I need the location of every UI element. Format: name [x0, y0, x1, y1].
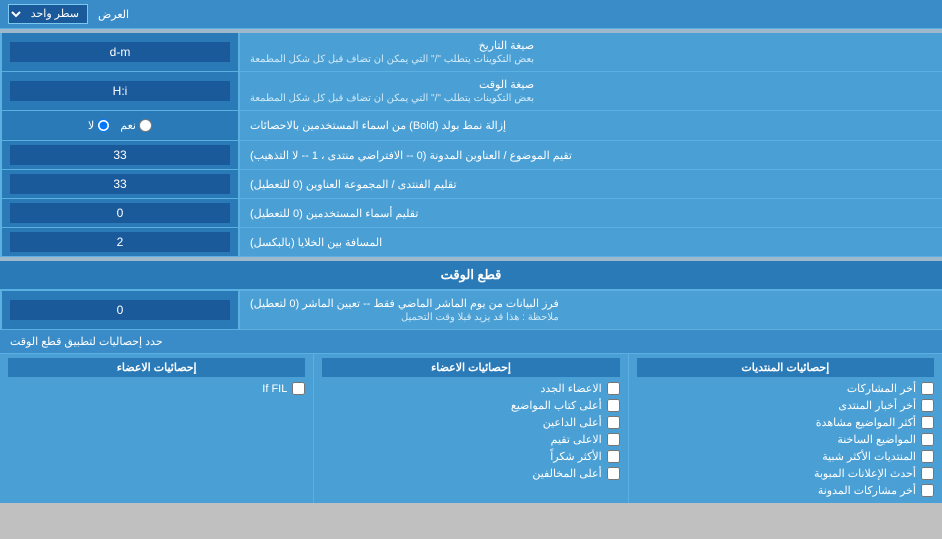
user-ordering-row: تقليم أسماء المستخدمين (0 للتعطيل) — [0, 199, 942, 228]
display-mode-wrapper[interactable]: سطر واحد سطرين ثلاثة أسطر — [8, 4, 88, 24]
forum-ordering-input-wrapper — [0, 170, 240, 198]
stats-posts-cb-4[interactable] — [921, 433, 934, 446]
stats-members-cb-1[interactable] — [607, 382, 620, 395]
stats-posts-item-3: أكثر المواضيع مشاهدة — [637, 414, 934, 431]
stats-posts-item-1: أخر المشاركات — [637, 380, 934, 397]
stats-extra-cb-1[interactable] — [292, 382, 305, 395]
stats-extra-label-1: If FIL — [262, 383, 287, 395]
bold-yes-label[interactable]: نعم — [120, 119, 152, 132]
stats-posts-item-4: المواضيع الساخنة — [637, 431, 934, 448]
stats-members-col: إحصائيات الاعضاء الاعضاء الجدد أعلى كتاب… — [313, 354, 627, 503]
time-format-row: صيغة الوقت بعض التكوينات يتطلب "/" التي … — [0, 72, 942, 111]
forum-ordering-label: تقليم الفنتدى / المجموعة العناوين (0 للت… — [240, 170, 942, 198]
stats-posts-cb-3[interactable] — [921, 416, 934, 429]
bold-no-label[interactable]: لا — [88, 119, 110, 132]
stats-apply-label: حدد إحصاليات لتطبيق قطع الوقت — [10, 335, 163, 348]
bold-remove-options: نعم لا — [0, 111, 240, 140]
stats-posts-cb-6[interactable] — [921, 467, 934, 480]
time-format-label: صيغة الوقت بعض التكوينات يتطلب "/" التي … — [240, 72, 942, 110]
cutoff-section-header: قطع الوقت — [0, 261, 942, 291]
stats-extra-col: إحصائيات الاعضاء If FIL — [0, 354, 313, 503]
bold-radio-group: نعم لا — [84, 115, 156, 136]
stats-posts-cb-5[interactable] — [921, 450, 934, 463]
topic-ordering-label: تقيم الموضوع / العناوين المدونة (0 -- ال… — [240, 141, 942, 169]
stats-posts-item-2: أخر أخبار المنتدى — [637, 397, 934, 414]
stats-posts-title: إحصائيات المنتديات — [637, 358, 934, 377]
stats-extra-title: إحصائيات الاعضاء — [8, 358, 305, 377]
cutoff-days-label: فرز البيانات من يوم الماشر الماضي فقط --… — [240, 291, 942, 329]
bold-yes-radio[interactable] — [139, 119, 152, 132]
display-mode-select[interactable]: سطر واحد سطرين ثلاثة أسطر — [8, 4, 88, 24]
stats-posts-item-6: أحدث الإعلانات المبوبة — [637, 465, 934, 482]
cell-spacing-row: المسافة بين الخلايا (بالبكسل) — [0, 228, 942, 257]
bold-remove-label: إزالة نمط بولد (Bold) من اسماء المستخدمي… — [240, 111, 942, 140]
time-format-input-wrapper — [0, 72, 240, 110]
cell-spacing-input-wrapper — [0, 228, 240, 256]
date-format-input[interactable] — [10, 42, 230, 62]
stats-posts-col: إحصائيات المنتديات أخر المشاركات أخر أخب… — [628, 354, 942, 503]
date-format-row: صيغة التاريخ بعض التكوينات يتطلب "/" الت… — [0, 33, 942, 72]
stats-members-item-1: الاعضاء الجدد — [322, 380, 619, 397]
topic-ordering-input[interactable] — [10, 145, 230, 165]
forum-ordering-row: تقليم الفنتدى / المجموعة العناوين (0 للت… — [0, 170, 942, 199]
stats-posts-cb-2[interactable] — [921, 399, 934, 412]
stats-members-item-3: أعلى الداعين — [322, 414, 619, 431]
stats-members-item-5: الأكثر شكراً — [322, 448, 619, 465]
topic-ordering-row: تقيم الموضوع / العناوين المدونة (0 -- ال… — [0, 141, 942, 170]
stats-members-cb-5[interactable] — [607, 450, 620, 463]
stats-apply-row: حدد إحصاليات لتطبيق قطع الوقت — [0, 330, 942, 354]
display-row: العرض سطر واحد سطرين ثلاثة أسطر — [0, 0, 942, 29]
stats-posts-item-7: أخر مشاركات المدونة — [637, 482, 934, 499]
topic-ordering-input-wrapper — [0, 141, 240, 169]
stats-posts-cb-1[interactable] — [921, 382, 934, 395]
display-label: العرض — [98, 8, 129, 21]
stats-members-title: إحصائيات الاعضاء — [322, 358, 619, 377]
stats-posts-item-5: المنتديات الأكثر شبية — [637, 448, 934, 465]
stats-members-cb-2[interactable] — [607, 399, 620, 412]
stats-members-item-6: أعلى المخالفين — [322, 465, 619, 482]
stats-posts-cb-7[interactable] — [921, 484, 934, 497]
bold-remove-row: إزالة نمط بولد (Bold) من اسماء المستخدمي… — [0, 111, 942, 141]
forum-ordering-input[interactable] — [10, 174, 230, 194]
stats-members-cb-4[interactable] — [607, 433, 620, 446]
cutoff-days-input-wrapper — [0, 291, 240, 329]
stats-extra-item-1: If FIL — [8, 380, 305, 397]
stats-columns: إحصائيات المنتديات أخر المشاركات أخر أخب… — [0, 354, 942, 503]
time-format-input[interactable] — [10, 81, 230, 101]
stats-members-cb-3[interactable] — [607, 416, 620, 429]
stats-members-item-2: أعلى كتاب المواضيع — [322, 397, 619, 414]
user-ordering-input-wrapper — [0, 199, 240, 227]
cutoff-days-row: فرز البيانات من يوم الماشر الماضي فقط --… — [0, 291, 942, 330]
date-format-label: صيغة التاريخ بعض التكوينات يتطلب "/" الت… — [240, 33, 942, 71]
cell-spacing-input[interactable] — [10, 232, 230, 252]
cutoff-days-input[interactable] — [10, 300, 230, 320]
stats-members-item-4: الاعلى تقيم — [322, 431, 619, 448]
date-format-input-wrapper — [0, 33, 240, 71]
stats-members-cb-6[interactable] — [607, 467, 620, 480]
bold-no-radio[interactable] — [97, 119, 110, 132]
cell-spacing-label: المسافة بين الخلايا (بالبكسل) — [240, 228, 942, 256]
user-ordering-label: تقليم أسماء المستخدمين (0 للتعطيل) — [240, 199, 942, 227]
main-container: العرض سطر واحد سطرين ثلاثة أسطر صيغة الت… — [0, 0, 942, 503]
user-ordering-input[interactable] — [10, 203, 230, 223]
